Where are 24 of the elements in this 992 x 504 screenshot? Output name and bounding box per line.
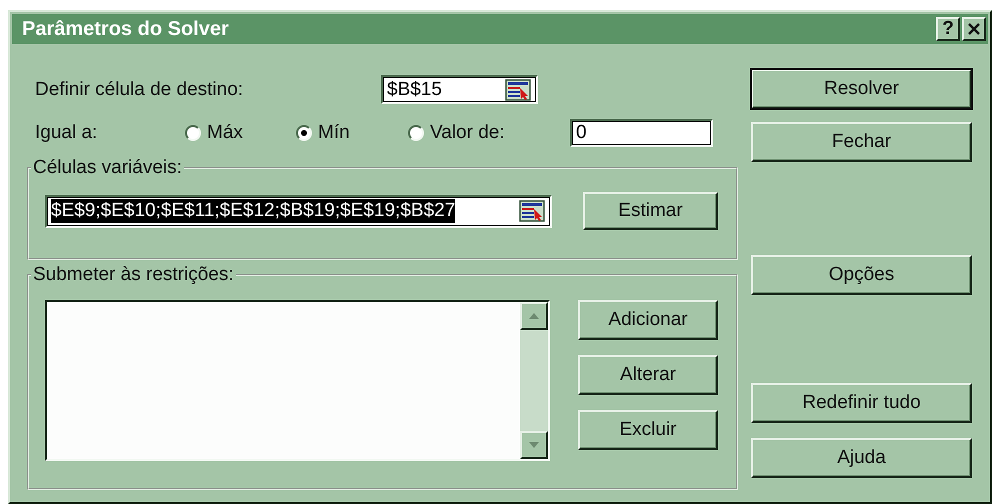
constraint-button[interactable]: Adicionar: [578, 300, 718, 340]
field-label: Definir célula de destino:: [35, 78, 244, 100]
value-field[interactable]: 0: [570, 119, 713, 147]
window-title: Parâmetros do Solver: [22, 18, 230, 40]
help-button[interactable]: ?: [936, 17, 960, 41]
dialog-button[interactable]: Redefinir tudo: [751, 383, 972, 423]
radio-button[interactable]: [185, 125, 201, 141]
constraint-button[interactable]: Alterar: [578, 355, 718, 395]
radio-button[interactable]: [296, 125, 312, 141]
dialog-button[interactable]: Opções: [751, 255, 972, 295]
radio-button[interactable]: [408, 125, 424, 141]
dialog-button[interactable]: Ajuda: [751, 438, 972, 478]
radio-label: Valor de:: [430, 122, 505, 144]
field-label: Igual a:: [35, 122, 98, 144]
dialog-button[interactable]: Resolver: [751, 69, 972, 109]
dialog-button[interactable]: Fechar: [751, 122, 972, 162]
group-label: Células variáveis:: [32, 157, 183, 179]
radio-label: Máx: [207, 122, 243, 144]
constraint-button[interactable]: Excluir: [578, 410, 718, 450]
close-button[interactable]: [962, 17, 986, 41]
estimate-button[interactable]: Estimar: [583, 192, 718, 230]
group-label: Submeter às restrições:: [32, 264, 235, 286]
close-icon: [967, 22, 981, 36]
radio-label: Mín: [318, 122, 350, 144]
